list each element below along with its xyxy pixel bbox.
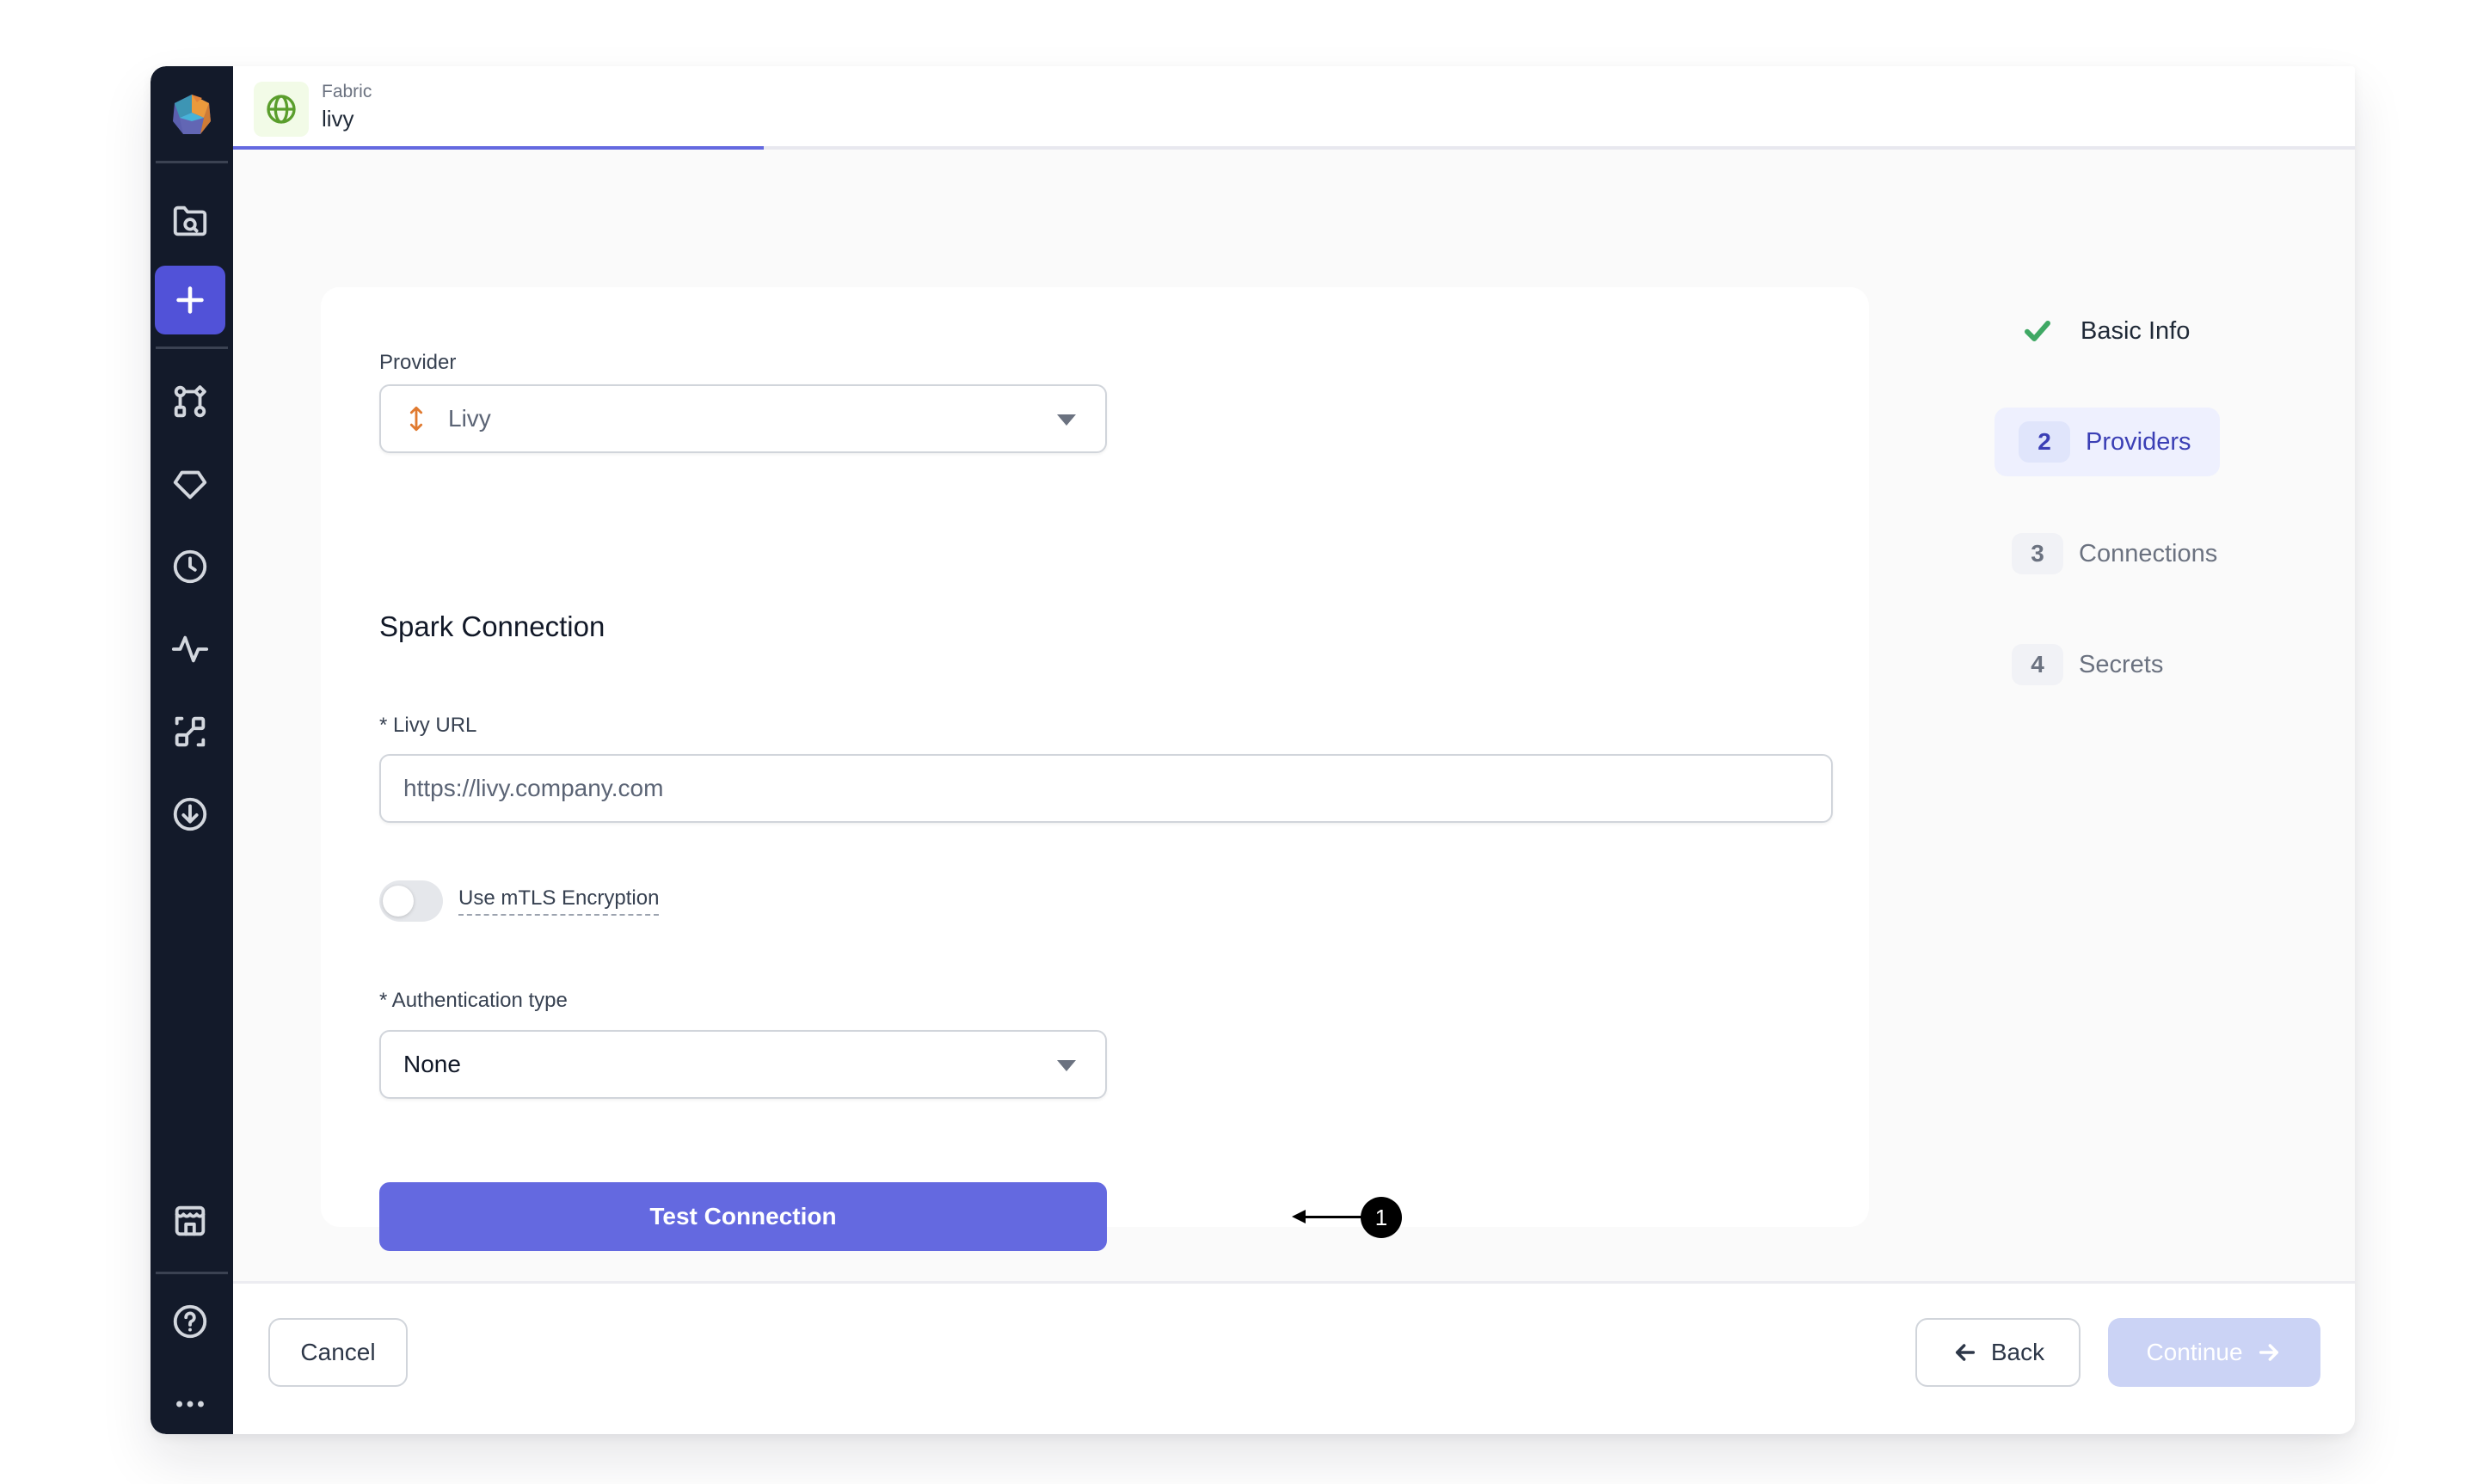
plus-icon	[176, 286, 204, 314]
check-icon	[2022, 316, 2053, 346]
sidebar-item-install[interactable]	[155, 780, 225, 849]
sidebar	[151, 66, 233, 1434]
sidebar-item-history[interactable]	[155, 532, 225, 601]
auth-type-select-value: None	[403, 1051, 461, 1077]
auth-type-select[interactable]: None	[379, 1030, 1107, 1099]
continue-button[interactable]: Continue	[2108, 1318, 2320, 1387]
step-number: 2	[2019, 421, 2070, 463]
sidebar-item-pipelines[interactable]	[155, 367, 225, 436]
back-button[interactable]: Back	[1915, 1318, 2081, 1387]
section-title: Spark Connection	[379, 610, 605, 642]
diamond-icon	[173, 470, 207, 500]
toggle-knob	[383, 886, 414, 917]
download-circle-icon	[173, 797, 207, 831]
sidebar-item-observability[interactable]	[155, 615, 225, 684]
globe-icon	[267, 95, 296, 124]
provider-select-value: Livy	[448, 405, 491, 432]
store-icon	[175, 1205, 206, 1236]
sidebar-item-help[interactable]	[155, 1287, 225, 1356]
progress-bar-fill	[233, 146, 764, 150]
chevron-down-icon	[1057, 414, 1076, 426]
sidebar-divider	[156, 161, 228, 163]
mtls-toggle-label[interactable]: Use mTLS Encryption	[458, 886, 660, 916]
activity-icon	[171, 635, 209, 663]
livy-url-input[interactable]: https://livy.company.com	[379, 754, 1833, 823]
more-horizontal-icon	[176, 1401, 204, 1407]
provider-select[interactable]: Livy	[379, 384, 1107, 453]
test-connection-button[interactable]: Test Connection	[379, 1182, 1107, 1251]
provider-label: Provider	[379, 351, 457, 374]
sidebar-item-gems[interactable]	[155, 450, 225, 518]
annotation-number: 1	[1361, 1197, 1402, 1238]
sidebar-item-browse-files[interactable]	[155, 187, 225, 256]
sidebar-item-marketplace[interactable]	[155, 1187, 225, 1255]
auth-type-label: * Authentication type	[379, 989, 568, 1012]
step-number: 3	[2012, 533, 2063, 574]
sidebar-divider	[156, 1272, 228, 1274]
sidebar-item-create[interactable]	[155, 266, 225, 334]
continue-button-label: Continue	[2146, 1339, 2243, 1365]
footer-bar: Cancel Back Continue	[233, 1281, 2355, 1434]
step-label: Providers	[2086, 427, 2191, 456]
chevron-down-icon	[1057, 1060, 1076, 1071]
livy-url-placeholder: https://livy.company.com	[403, 775, 664, 801]
fabric-name: livy	[322, 106, 354, 132]
step-providers[interactable]: 2 Providers	[1995, 408, 2220, 476]
livy-arrows-icon	[409, 406, 423, 432]
step-label: Connections	[2079, 539, 2218, 567]
livy-url-label: * Livy URL	[379, 714, 477, 737]
step-number: 4	[2012, 644, 2063, 685]
step-secrets[interactable]: 4 Secrets	[1988, 630, 2163, 699]
workflow-icon	[174, 385, 206, 418]
clock-icon	[173, 549, 207, 584]
cancel-button-label: Cancel	[300, 1339, 376, 1365]
app-logo[interactable]	[169, 92, 214, 137]
progress-bar	[233, 146, 2355, 150]
page-header: Fabric livy	[233, 66, 2355, 150]
step-label: Basic Info	[2081, 316, 2191, 345]
sidebar-divider	[156, 346, 228, 349]
fabric-type-label: Fabric	[322, 82, 372, 101]
provider-form-card: Provider Livy Spark Connection * Livy UR…	[321, 287, 1869, 1251]
sidebar-item-more[interactable]	[155, 1370, 225, 1434]
fabric-icon-badge	[254, 82, 309, 137]
arrow-left-icon	[1955, 1344, 1975, 1361]
help-circle-icon	[173, 1304, 207, 1339]
step-basic-info[interactable]: Basic Info	[1988, 297, 2190, 365]
lineage-icon	[175, 716, 206, 747]
folder-search-icon	[173, 205, 207, 236]
sidebar-item-lineage[interactable]	[155, 697, 225, 766]
mtls-toggle[interactable]	[379, 880, 443, 922]
arrow-right-icon	[2259, 1344, 2278, 1361]
app-window: Fabric livy Provider Livy Spark Connecti…	[151, 66, 2355, 1434]
cancel-button[interactable]: Cancel	[268, 1318, 408, 1387]
annotation-callout: 1	[1292, 1197, 1404, 1238]
step-label: Secrets	[2079, 650, 2164, 678]
back-button-label: Back	[1990, 1339, 2045, 1365]
step-connections[interactable]: 3 Connections	[1988, 519, 2217, 588]
